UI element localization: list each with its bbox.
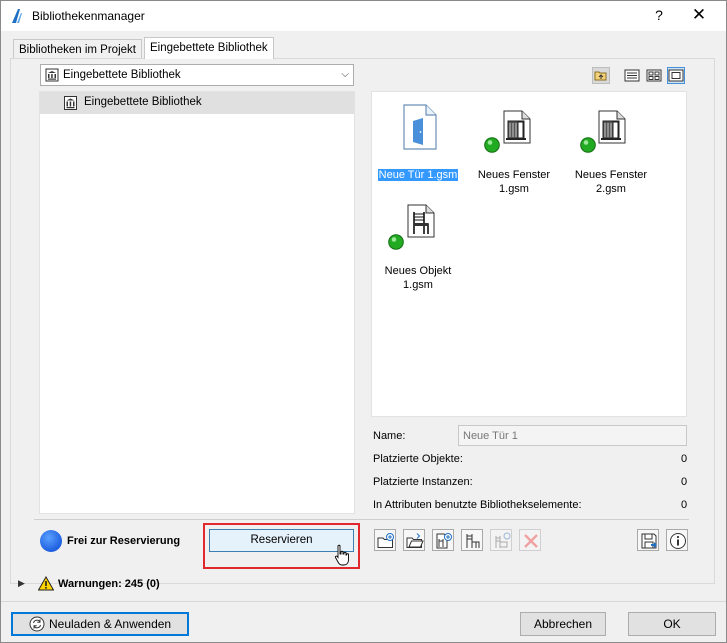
warning-icon [38,576,54,591]
name-field[interactable] [458,425,687,446]
open-folder-button[interactable] [403,529,425,551]
file-item-label: Neues Fenster 1.gsm [477,169,551,195]
file-item-window-1[interactable]: Neues Fenster 1.gsm [472,100,556,196]
reload-apply-label: Neuladen & Anwenden [49,617,172,631]
close-button[interactable]: ✕ [687,5,711,27]
file-item-object-1[interactable]: Neues Objekt 1.gsm [376,196,460,292]
delete-icon [524,534,538,548]
status-green-icon [484,137,500,153]
file-item-window-2[interactable]: Neues Fenster 2.gsm [569,100,653,196]
grid-view-button[interactable] [645,67,663,84]
reserve-button[interactable]: Reservieren [209,529,354,552]
open-folder-icon [406,533,424,548]
ok-button[interactable]: OK [628,612,716,636]
large-icon-view-icon [668,69,684,82]
reservation-status-icon [40,530,62,552]
library-icon [64,96,77,110]
chevron-down-icon: ⌵ [341,69,349,80]
placed-instances-label: Platzierte Instanzen: [373,476,473,488]
mouse-cursor-icon [334,544,349,566]
file-item-label-text: Neue Tür 1.gsm [377,169,459,181]
chair-object-icon [407,204,435,238]
list-view-icon [624,69,640,82]
window-object-icon [598,110,626,144]
window-title: Bibliothekenmanager [32,9,145,23]
info-icon [670,533,686,549]
delete-button[interactable] [519,529,541,551]
warnings-label: Warnungen: 245 (0) [58,578,160,590]
name-label: Name: [373,430,406,442]
reservation-status-text: Frei zur Reservierung [67,535,181,547]
list-view-button[interactable] [623,67,641,84]
library-manager-window: Bibliothekenmanager ? ✕ Bibliotheken im … [0,0,727,643]
divider [34,519,689,520]
archicad-app-icon [12,9,22,23]
save-icon [641,533,657,549]
divider [1,601,726,602]
library-content-view: Neue Tür 1.gsm Neues Fenster 1.gsm Neues… [371,91,687,417]
placed-objects-label: Platzierte Objekte: [373,453,463,465]
tree-item-embedded-library[interactable]: Eingebettete Bibliothek [40,92,354,114]
placed-objects-value: 0 [681,453,688,465]
tree-item-label: Eingebettete Bibliothek [84,96,202,108]
file-item-label: Neue Tür 1.gsm [376,168,460,182]
object-settings-button[interactable] [461,529,483,551]
tab-embedded-library[interactable]: Eingebettete Bibliothek [144,37,274,59]
library-source-value: Eingebettete Bibliothek [63,69,181,81]
tab-libraries-in-project[interactable]: Bibliotheken im Projekt [13,39,142,60]
expand-arrow-icon: ▶ [18,578,25,588]
cancel-button[interactable]: Abbrechen [520,612,606,636]
grid-view-icon [646,69,662,82]
save-button[interactable] [637,529,659,551]
folder-up-button[interactable] [592,67,610,84]
library-source-select[interactable]: Eingebettete Bibliothek ⌵ [40,64,354,86]
library-tree: Eingebettete Bibliothek [39,91,355,514]
file-item-label: Neues Fenster 2.gsm [574,169,648,195]
new-folder-icon [377,533,394,548]
large-icon-view-button[interactable] [667,67,685,84]
attr-elements-value: 0 [681,499,688,511]
door-file-icon [403,104,437,150]
object-link-button[interactable] [490,529,512,551]
title-bar: Bibliothekenmanager ? ✕ [1,1,726,31]
window-object-icon [503,110,531,144]
attr-elements-label: In Attributen benutzte Bibliothekselemen… [373,499,582,511]
add-object-icon [436,533,452,549]
folder-up-icon [594,71,607,81]
info-button[interactable] [666,529,688,551]
file-item-label: Neues Objekt 1.gsm [384,265,452,291]
status-green-icon [388,234,404,250]
file-item-door-1[interactable]: Neue Tür 1.gsm [376,100,460,196]
status-green-icon [580,137,596,153]
reload-icon [29,616,45,632]
object-settings-icon [466,534,480,548]
warnings-row[interactable]: ▶ Warnungen: 245 (0) [10,572,715,596]
reload-apply-button[interactable]: Neuladen & Anwenden [11,612,189,636]
library-icon [45,68,59,82]
placed-instances-value: 0 [681,476,688,488]
object-link-icon [495,532,511,548]
add-object-button[interactable] [432,529,454,551]
help-button[interactable]: ? [647,7,671,27]
new-folder-button[interactable] [374,529,396,551]
